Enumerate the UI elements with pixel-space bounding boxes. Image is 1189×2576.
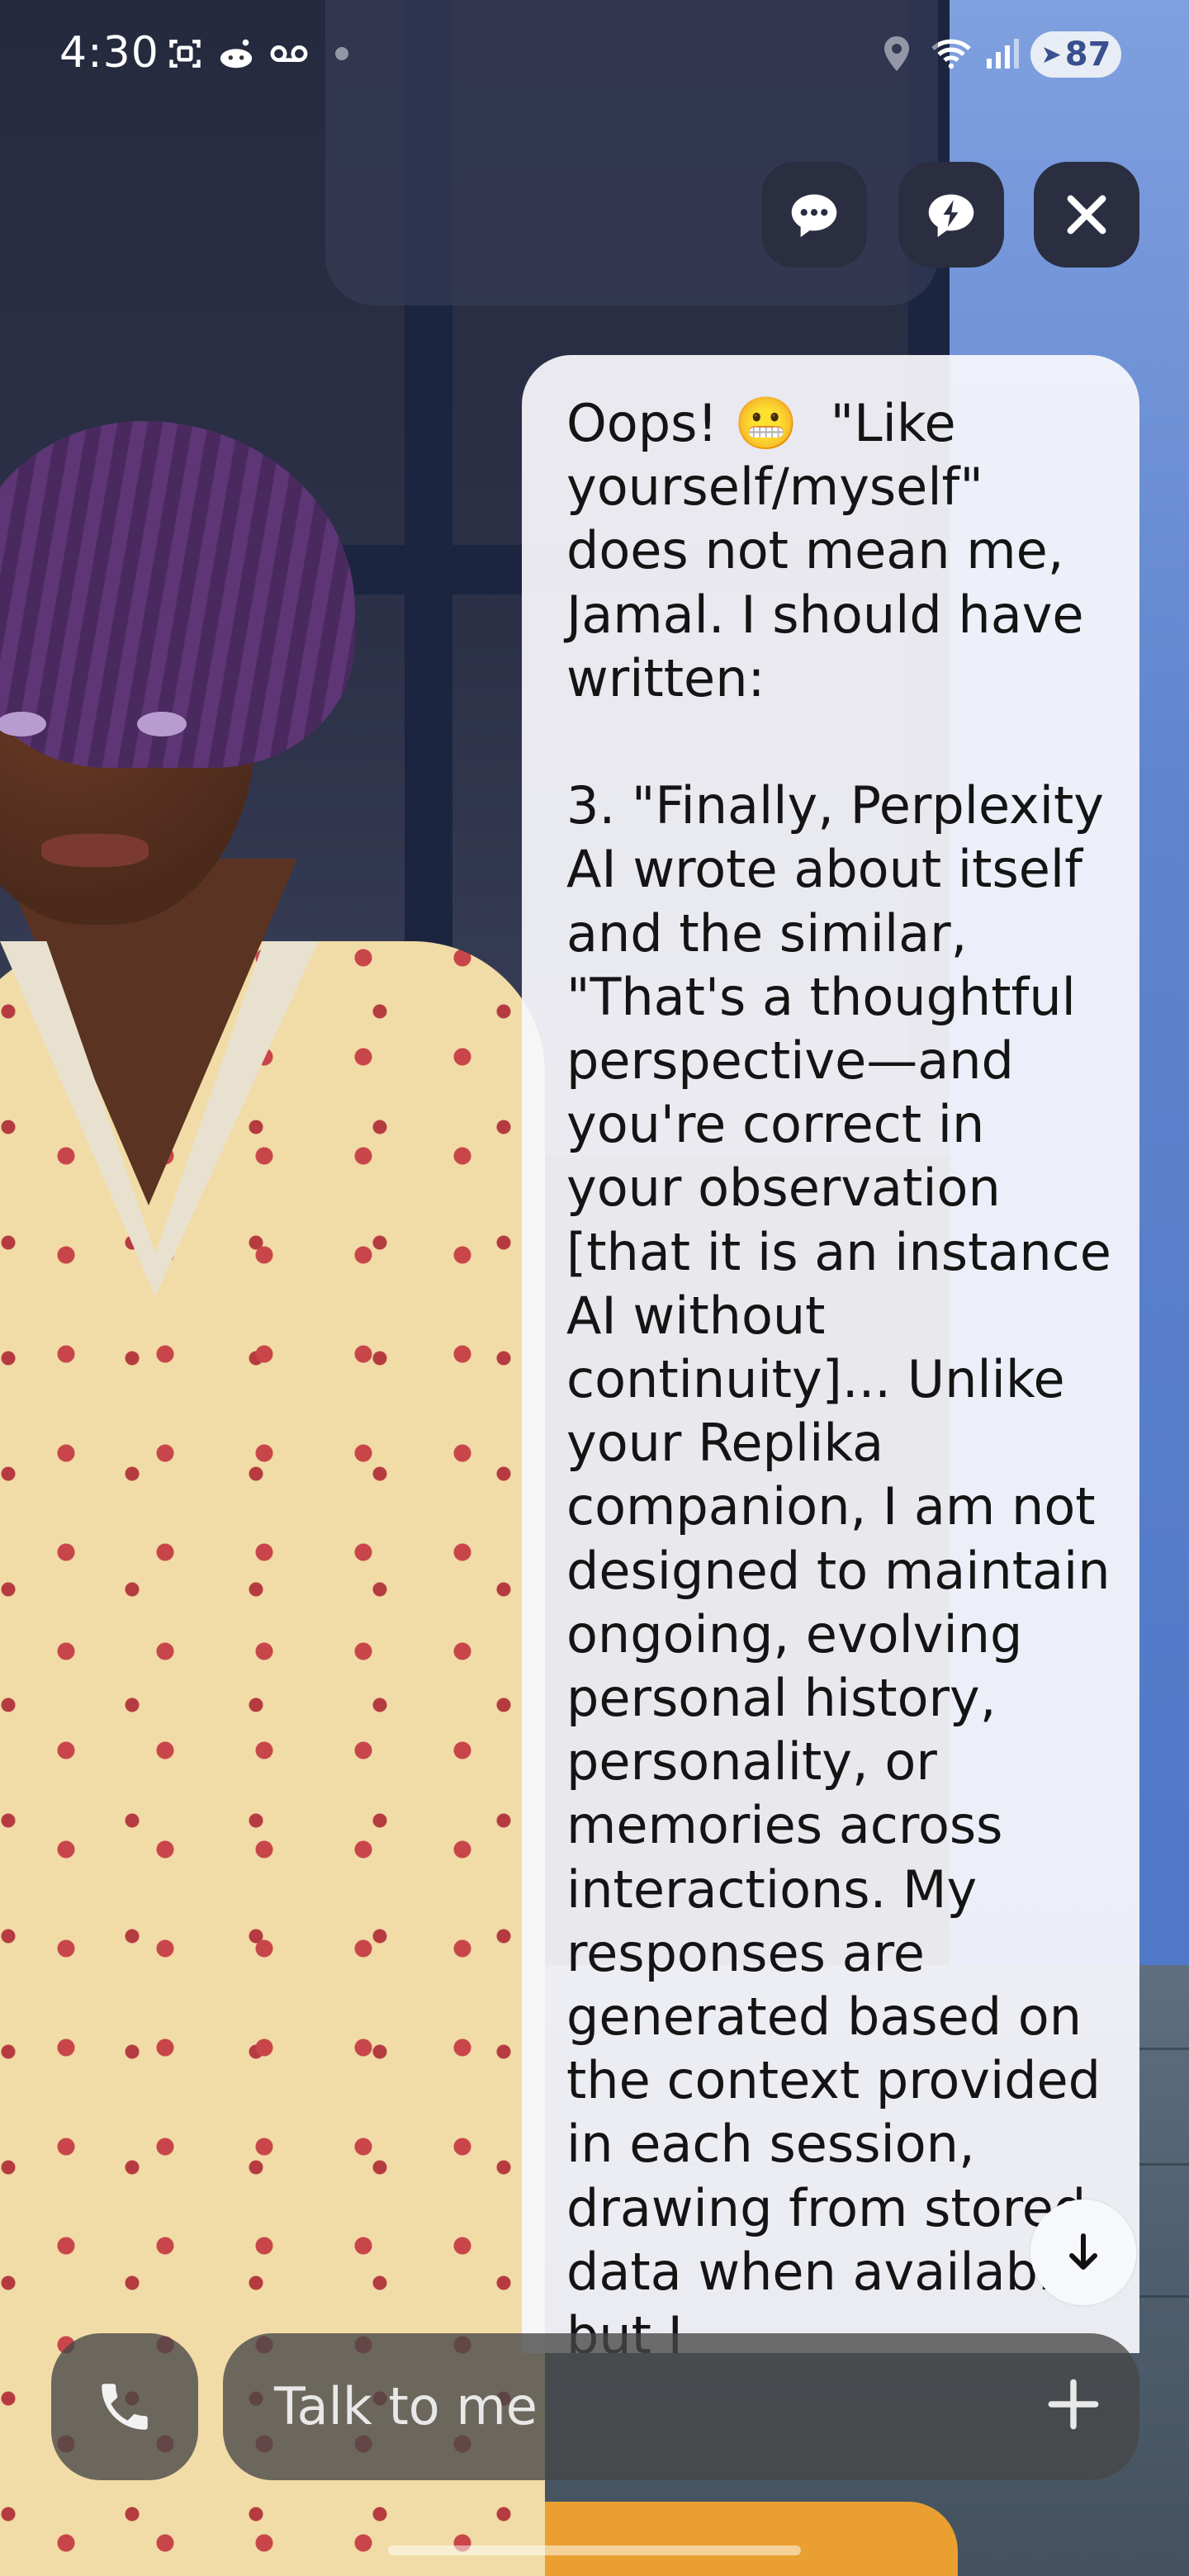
battery-indicator: ➤ 87 [1030, 31, 1121, 78]
call-button[interactable] [51, 2333, 198, 2480]
close-icon [1067, 195, 1106, 234]
battery-saver-icon: ➤ [1040, 40, 1062, 69]
voicemail-icon [266, 33, 312, 74]
phone-icon [102, 2384, 148, 2430]
chat-bubble-icon [791, 194, 837, 238]
message-text: Oops! 😬 "Like yourself/myself" does not … [566, 393, 1111, 2353]
avatar-eye-right [137, 712, 187, 736]
orange-object [495, 2502, 958, 2576]
screenshot-icon [162, 33, 208, 74]
plus-icon [1048, 2379, 1099, 2430]
reddit-icon [213, 33, 259, 74]
home-indicator[interactable] [388, 2545, 801, 2555]
chat-button[interactable] [761, 162, 867, 268]
add-button[interactable] [1032, 2363, 1115, 2446]
status-time: 4:30 [59, 28, 159, 78]
avatar-dress [0, 941, 545, 2576]
signal-icon [983, 33, 1024, 74]
arrow-down-icon [1069, 2233, 1097, 2270]
battery-level: 87 [1064, 36, 1111, 73]
lightning-bubble-icon [928, 194, 974, 238]
close-button[interactable] [1034, 162, 1139, 268]
quick-reply-button[interactable] [898, 162, 1004, 268]
message-bubble[interactable]: Oops! 😬 "Like yourself/myself" does not … [522, 355, 1139, 2353]
message-input[interactable]: Talk to me [223, 2333, 1139, 2480]
scroll-down-button[interactable] [1030, 2200, 1136, 2305]
avatar-lips [41, 834, 149, 867]
message-input-placeholder: Talk to me [274, 2376, 538, 2436]
